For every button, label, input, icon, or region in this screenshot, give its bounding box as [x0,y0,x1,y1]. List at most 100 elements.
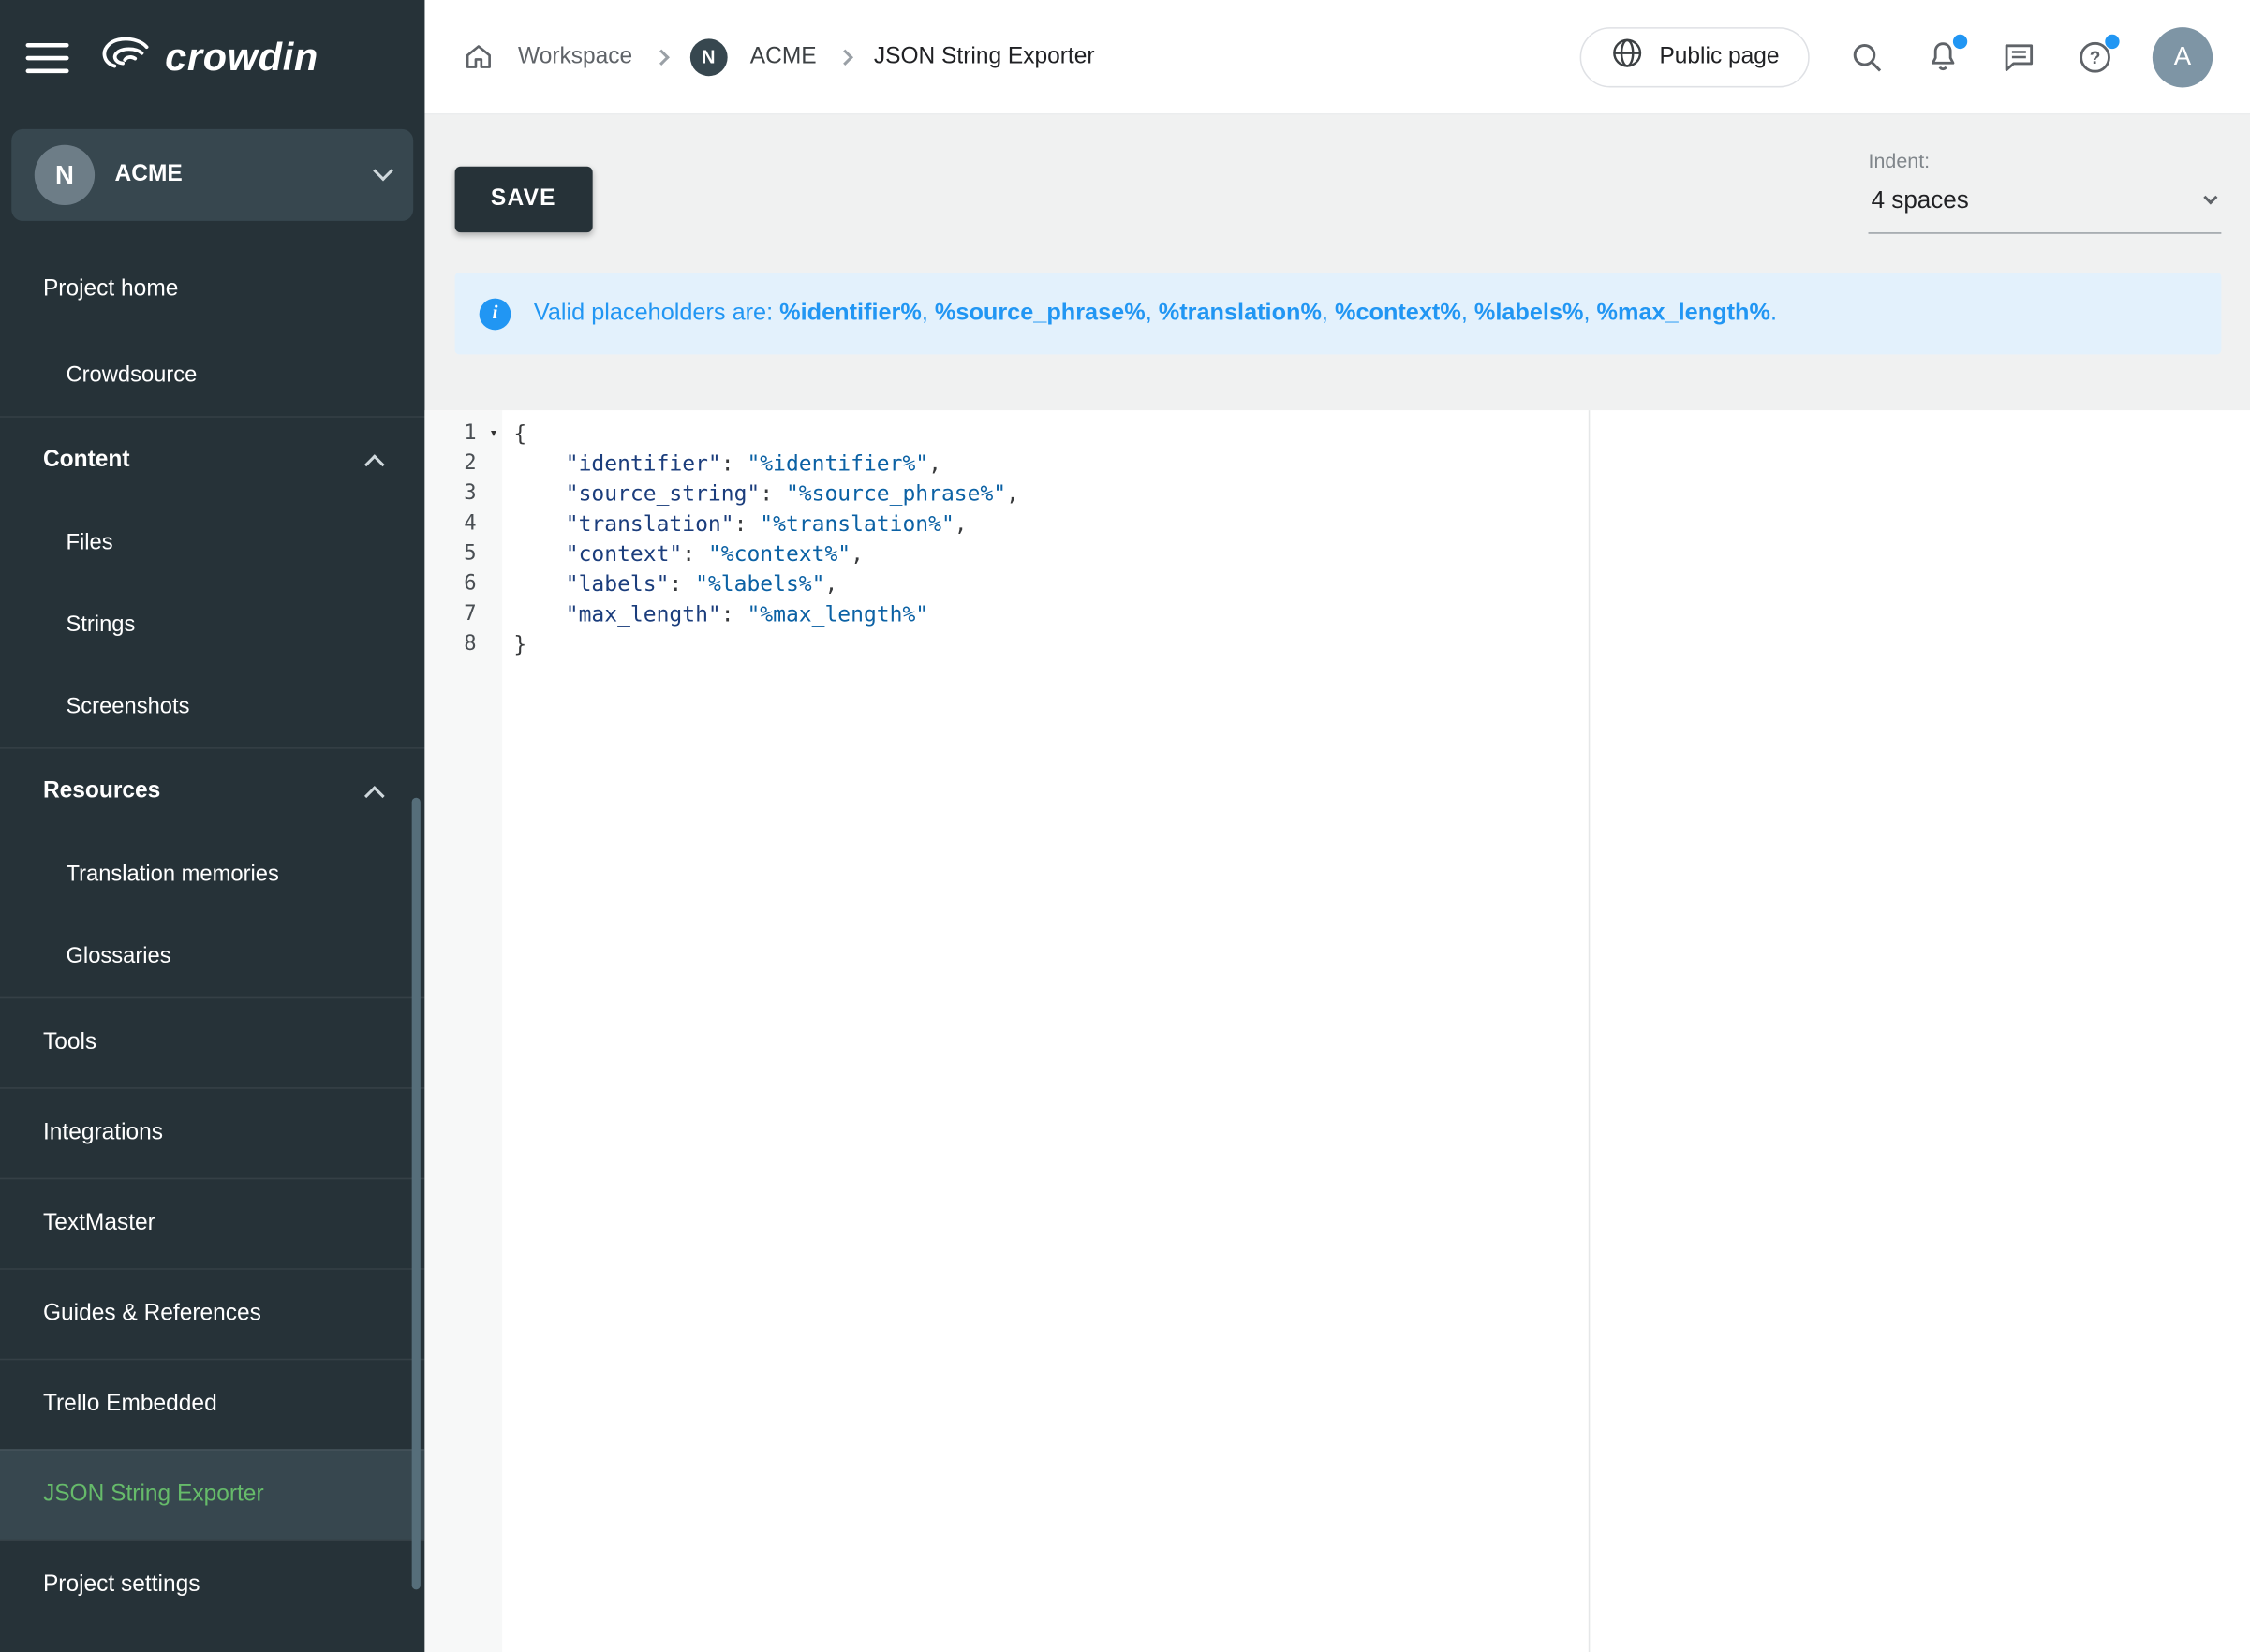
sidebar-item-trello-embedded[interactable]: Trello Embedded [0,1359,424,1450]
breadcrumb-current-page: JSON String Exporter [874,44,1095,70]
sidebar-item-label: TextMaster [43,1211,155,1237]
sidebar-item-screenshots[interactable]: Screenshots [0,666,424,747]
placeholder-token: %source_phrase% [935,300,1146,326]
messages-icon[interactable] [2000,38,2037,76]
banner-text: Valid placeholders are: %identifier%, %s… [534,300,1777,327]
breadcrumb-chevron-icon [653,49,669,65]
sidebar-item-label: Glossaries [66,943,170,969]
sidebar-item-label: Project home [43,276,178,302]
sidebar-item-resources[interactable]: Resources [0,747,424,833]
sidebar-item-textmaster[interactable]: TextMaster [0,1178,424,1269]
sidebar-item-crowdsource[interactable]: Crowdsource [0,334,424,416]
crowdin-logo[interactable]: crowdin [97,35,318,81]
search-icon[interactable] [1848,38,1886,76]
editor-print-margin [1589,410,1591,1652]
sidebar-item-content[interactable]: Content [0,416,424,502]
fold-arrow-icon[interactable]: ▾ [489,419,497,449]
toolbar-row: SAVE Indent: 4 spaces [424,115,2250,234]
sidebar-item-label: Translation memories [66,862,278,888]
app-window: crowdin N ACME Project home Crowdsource Co… [0,0,2250,1652]
sidebar-item-label: Guides & References [43,1301,261,1327]
sidebar-item-label: Integrations [43,1120,163,1146]
notifications-bell-icon[interactable] [1924,38,1961,76]
line-number: 3 [424,479,502,509]
editor-gutter: 1▾2345678 [424,410,502,1652]
sidebar-item-label: Screenshots [66,694,189,720]
code-line[interactable]: "identifier": "%identifier%", [513,449,2250,479]
sidebar-nav: Project home Crowdsource Content Files Strin… [0,232,424,1652]
help-icon[interactable]: ? [2077,38,2114,76]
breadcrumb-project[interactable]: ACME [750,44,817,70]
placeholder-token: %identifier% [779,300,922,326]
sidebar-item-label: Tools [43,1030,96,1056]
placeholder-token: %context% [1335,300,1461,326]
notification-dot [1953,34,1967,48]
public-page-button[interactable]: Public page [1580,26,1810,86]
breadcrumb-project-avatar: N [689,38,727,76]
project-avatar: N [35,145,95,205]
menu-hamburger-icon[interactable] [26,42,69,72]
placeholder-token: %translation% [1159,300,1322,326]
sidebar-item-strings[interactable]: Strings [0,583,424,665]
sidebar-item-glossaries[interactable]: Glossaries [0,915,424,996]
code-line[interactable]: "source_string": "%source_phrase%", [513,479,2250,509]
sidebar-header: crowdin [0,0,424,115]
line-number: 4 [424,509,502,539]
crowdin-logo-icon [97,35,152,81]
code-line[interactable]: "labels": "%labels%", [513,569,2250,599]
indent-select[interactable]: 4 spaces [1869,172,2222,234]
sidebar-item-label: Strings [66,612,135,638]
sidebar-item-project-home[interactable]: Project home [0,243,424,334]
user-avatar[interactable]: A [2153,26,2213,86]
sidebar-item-translation-memories[interactable]: Translation memories [0,833,424,915]
sidebar: crowdin N ACME Project home Crowdsource Co… [0,0,424,1652]
line-number: 5 [424,539,502,569]
line-number: 1▾ [424,419,502,449]
sidebar-item-label: Files [66,530,112,556]
code-line[interactable]: { [513,419,2250,449]
indent-value: 4 spaces [1872,186,1969,215]
sidebar-item-integrations[interactable]: Integrations [0,1087,424,1178]
sidebar-item-project-settings[interactable]: Project settings [0,1540,424,1630]
topbar-actions: Public page ? A [1580,26,2213,86]
code-editor[interactable]: 1▾2345678 { "identifier": "%identifier%"… [424,410,2250,1652]
line-number: 7 [424,599,502,629]
sidebar-item-json-string-exporter[interactable]: JSON String Exporter [0,1449,424,1540]
info-icon: i [480,298,511,330]
breadcrumb: Workspace N ACME JSON String Exporter [462,38,1094,76]
save-button[interactable]: SAVE [455,167,592,232]
code-line[interactable]: "translation": "%translation%", [513,509,2250,539]
line-number: 6 [424,569,502,599]
sidebar-item-label: Content [43,447,130,473]
sidebar-item-tools[interactable]: Tools [0,997,424,1088]
code-line[interactable]: } [513,629,2250,659]
sidebar-item-files[interactable]: Files [0,502,424,583]
sidebar-item-label: Project settings [43,1572,200,1599]
placeholder-token: %max_length% [1597,300,1770,326]
placeholder-token: %labels% [1474,300,1584,326]
line-number: 2 [424,449,502,479]
info-banner: i Valid placeholders are: %identifier%, … [455,273,2222,354]
sidebar-item-guides-references[interactable]: Guides & References [0,1268,424,1359]
code-line[interactable]: "context": "%context%", [513,539,2250,569]
home-icon[interactable] [462,40,495,73]
chevron-up-icon [364,453,385,474]
public-page-label: Public page [1659,44,1779,70]
code-line[interactable]: "max_length": "%max_length%" [513,599,2250,629]
project-switcher[interactable]: N ACME [11,129,413,221]
crowdin-logo-text: crowdin [165,36,318,80]
sidebar-item-label: JSON String Exporter [43,1482,264,1508]
topbar: Workspace N ACME JSON String Exporter Pu… [424,0,2250,115]
breadcrumb-chevron-icon [837,49,853,65]
sidebar-scrollbar[interactable] [412,798,421,1590]
editor-code[interactable]: { "identifier": "%identifier%", "source_… [502,410,2250,1652]
indent-label: Indent: [1869,149,2222,172]
globe-icon [1610,36,1645,77]
page-content: SAVE Indent: 4 spaces i Valid placeholde… [424,115,2250,1652]
svg-text:?: ? [2090,48,2101,67]
breadcrumb-workspace[interactable]: Workspace [518,44,632,70]
sidebar-item-label: Resources [43,778,160,804]
main-column: Workspace N ACME JSON String Exporter Pu… [424,0,2250,1652]
chevron-down-icon [2203,190,2217,204]
project-name: ACME [115,162,356,188]
